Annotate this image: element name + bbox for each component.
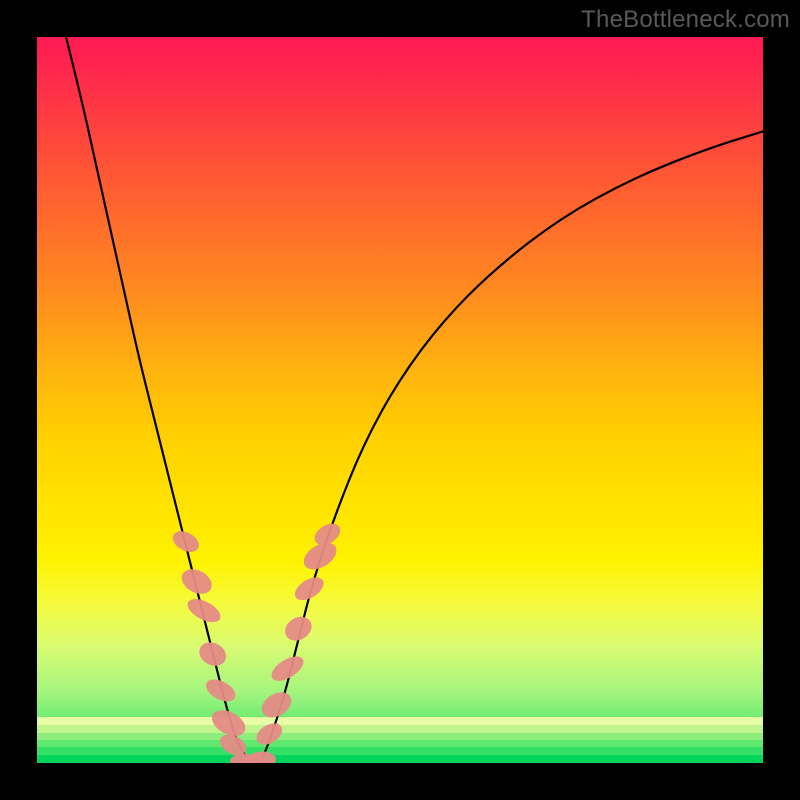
bottleneck-plot <box>0 0 800 800</box>
chart-frame: { "watermark": { "text": "TheBottleneck.… <box>0 0 800 800</box>
plot-area <box>37 37 763 771</box>
bottom-green-band <box>37 717 763 763</box>
gradient-background <box>37 37 763 763</box>
